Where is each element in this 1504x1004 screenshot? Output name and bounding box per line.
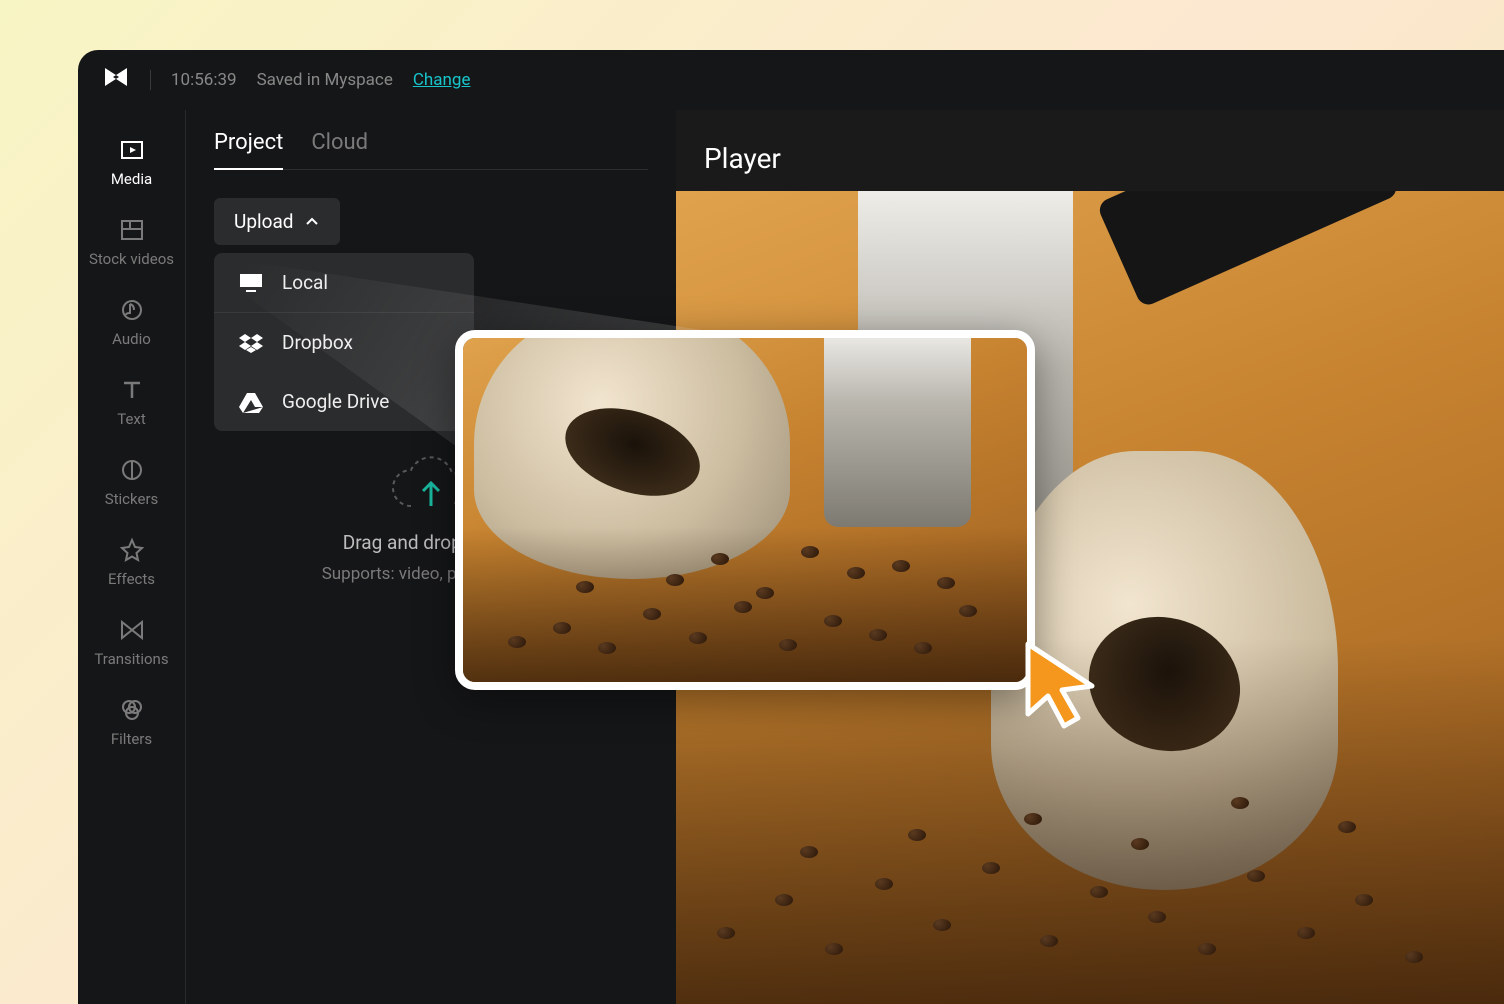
- thumbnail-image: [463, 338, 1027, 682]
- upload-menu-item-dropbox[interactable]: Dropbox: [214, 312, 474, 372]
- upload-button-label: Upload: [234, 210, 294, 233]
- sidebar-item-label: Stickers: [105, 490, 159, 508]
- upload-menu-item-label: Dropbox: [282, 331, 353, 354]
- header-saved-text: Saved in Myspace: [257, 70, 393, 90]
- sidebar-item-media[interactable]: Media: [78, 122, 185, 202]
- sidebar-item-transitions[interactable]: Transitions: [78, 602, 185, 682]
- filters-icon: [118, 696, 146, 724]
- effects-icon: [118, 536, 146, 564]
- app-header: 10:56:39 Saved in Myspace Change: [78, 50, 1504, 110]
- sidebar-item-stock-videos[interactable]: Stock videos: [78, 202, 185, 282]
- sidebar-item-text[interactable]: Text: [78, 362, 185, 442]
- stock-videos-icon: [118, 216, 146, 244]
- tab-cloud[interactable]: Cloud: [311, 130, 368, 169]
- chevron-up-icon: [304, 214, 320, 230]
- upload-menu-item-local[interactable]: Local: [214, 253, 474, 312]
- monitor-icon: [238, 272, 264, 294]
- media-icon: [118, 136, 146, 164]
- sidebar-item-label: Text: [117, 410, 146, 428]
- transitions-icon: [118, 616, 146, 644]
- header-timestamp: 10:56:39: [171, 70, 237, 90]
- sidebar-item-stickers[interactable]: Stickers: [78, 442, 185, 522]
- upload-menu: Local Dropbox Google Drive: [214, 253, 474, 431]
- media-tabs: Project Cloud: [214, 130, 648, 170]
- player-title: Player: [676, 110, 1504, 191]
- sidebar-item-audio[interactable]: Audio: [78, 282, 185, 362]
- sidebar: Media Stock videos Audio Text Stickers E…: [78, 110, 186, 1004]
- dropbox-icon: [238, 332, 264, 354]
- sidebar-item-label: Media: [111, 170, 152, 188]
- gdrive-icon: [238, 391, 264, 413]
- sidebar-item-label: Effects: [108, 570, 155, 588]
- sidebar-item-filters[interactable]: Filters: [78, 682, 185, 762]
- tab-project[interactable]: Project: [214, 130, 283, 169]
- sidebar-item-label: Audio: [112, 330, 151, 348]
- upload-menu-item-gdrive[interactable]: Google Drive: [214, 372, 474, 431]
- text-icon: [118, 376, 146, 404]
- app-logo-icon: [102, 65, 130, 95]
- upload-menu-item-label: Local: [282, 271, 328, 294]
- upload-menu-item-label: Google Drive: [282, 390, 389, 413]
- change-link[interactable]: Change: [413, 70, 471, 90]
- stickers-icon: [118, 456, 146, 484]
- upload-button[interactable]: Upload: [214, 198, 340, 245]
- sidebar-item-label: Transitions: [94, 650, 168, 668]
- sidebar-item-label: Stock videos: [89, 250, 174, 268]
- audio-icon: [118, 296, 146, 324]
- header-divider: [150, 70, 151, 90]
- sidebar-item-effects[interactable]: Effects: [78, 522, 185, 602]
- thumbnail-preview[interactable]: [455, 330, 1035, 690]
- sidebar-item-label: Filters: [111, 730, 152, 748]
